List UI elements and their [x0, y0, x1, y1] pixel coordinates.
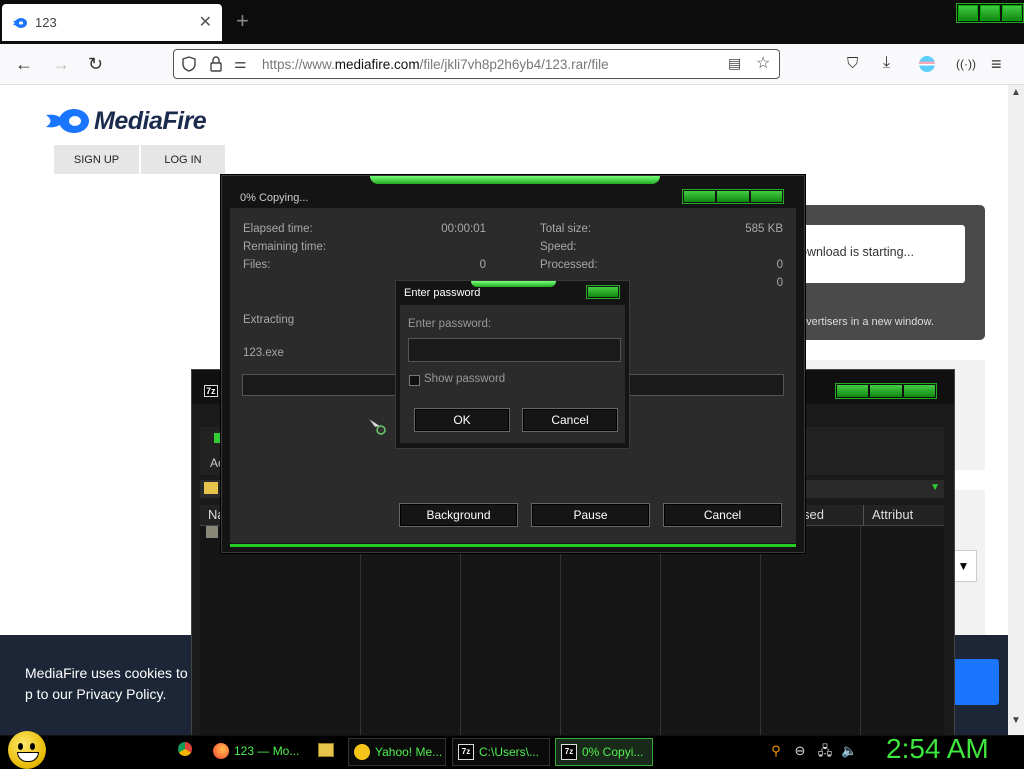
file-list[interactable] — [200, 526, 944, 736]
download-panel: ownload is starting... dvertisers in a n… — [800, 205, 985, 340]
total-size-label: Total size: — [540, 223, 592, 235]
7zip-icon: 7z — [561, 744, 577, 760]
packed-value: 0 — [776, 277, 783, 289]
cookie-accept-button[interactable] — [953, 659, 999, 705]
new-tab-plus-icon[interactable]: + — [236, 8, 249, 34]
taskbar-item-yahoo-messenger[interactable]: Yahoo! Me... — [348, 738, 446, 766]
forward-arrow-icon[interactable]: → — [52, 54, 70, 75]
mediafire-favicon-icon — [13, 18, 27, 28]
folder-icon — [204, 482, 218, 494]
dialog-glow — [471, 281, 556, 287]
tab-close-icon[interactable]: ✕ — [199, 12, 212, 32]
tray-status-icon[interactable]: ⊖ — [792, 743, 808, 759]
download-status-box: ownload is starting... — [800, 225, 965, 283]
background-button[interactable]: Background — [399, 503, 518, 527]
password-dialog-title: Enter password — [404, 287, 481, 299]
reader-view-icon[interactable]: ▤ — [728, 55, 741, 72]
password-dialog-close-control[interactable] — [586, 285, 620, 299]
files-value: 0 — [479, 259, 486, 271]
busy-cursor-icon — [368, 418, 386, 435]
shield-icon[interactable] — [181, 56, 197, 72]
file-explorer-icon[interactable] — [318, 743, 334, 759]
permissions-icon[interactable]: ⚌ — [234, 55, 247, 72]
archive-file-icon — [206, 526, 218, 538]
mediafire-flame-icon — [46, 109, 89, 133]
url-text[interactable]: https://www.mediafire.com/file/jkli7vh8p… — [262, 57, 609, 72]
elapsed-time-label: Elapsed time: — [243, 223, 313, 235]
show-password-checkbox[interactable] — [409, 375, 420, 386]
scroll-up-icon[interactable]: ▲ — [1011, 87, 1021, 98]
remaining-time-label: Remaining time: — [243, 241, 327, 253]
show-password-label[interactable]: Show password — [424, 373, 505, 385]
volume-icon[interactable]: 🔈 — [841, 743, 857, 759]
password-cancel-button[interactable]: Cancel — [522, 408, 618, 432]
taskbar: 123 — Mo... Yahoo! Me... 7z C:\Users\...… — [0, 731, 1024, 769]
taskbar-item-copy-progress[interactable]: 7z 0% Copyi... — [555, 738, 653, 766]
copy-dialog-window-controls[interactable] — [682, 189, 784, 204]
account-avatar-icon[interactable] — [919, 56, 935, 77]
pause-button[interactable]: Pause — [531, 503, 650, 527]
address-bar[interactable]: ⚌ https://www.mediafire.com/file/jkli7vh… — [173, 49, 780, 79]
column-attributes[interactable]: Attribut — [863, 505, 944, 525]
start-smiley-icon[interactable] — [8, 731, 46, 769]
copy-dialog-title: 0% Copying... — [240, 192, 309, 204]
password-input[interactable] — [408, 338, 621, 362]
scroll-down-icon[interactable]: ▼ — [1011, 715, 1021, 726]
network-icon[interactable]: 🖧 — [817, 743, 833, 759]
processed-label: Processed: — [540, 259, 598, 271]
tab-title: 123 — [35, 15, 57, 30]
taskbar-item-firefox[interactable]: 123 — Mo... — [208, 738, 306, 764]
downloads-icon[interactable]: ⤓ — [883, 54, 890, 72]
enter-password-dialog[interactable]: Enter password Enter password: Show pass… — [395, 280, 630, 449]
current-file-name: 123.exe — [243, 347, 284, 359]
total-size-value: 585 KB — [745, 223, 783, 235]
7zip-icon: 7z — [204, 385, 218, 397]
taskbar-clock[interactable]: 2:54 AM — [886, 733, 989, 765]
copy-cancel-button[interactable]: Cancel — [663, 503, 782, 527]
processed-value: 0 — [776, 259, 783, 271]
firefox-icon — [213, 743, 229, 759]
log-in-button[interactable]: LOG IN — [141, 145, 225, 174]
back-arrow-icon[interactable]: ← — [15, 54, 33, 75]
page-scrollbar[interactable]: ▲ ▼ — [1008, 85, 1024, 735]
reload-icon[interactable]: ↻ — [88, 54, 103, 75]
dialog-glow — [370, 176, 660, 184]
taskbar-item-7zip-filemanager[interactable]: 7z C:\Users\... — [452, 738, 550, 766]
browser-tab[interactable]: 123 ✕ — [2, 4, 222, 41]
advertisers-note: dvertisers in a new window. — [800, 316, 934, 328]
speed-label: Speed: — [540, 241, 577, 253]
chrome-icon[interactable] — [177, 742, 193, 758]
password-dialog-body: Enter password: Show password OK Cancel — [400, 305, 625, 443]
password-prompt-label: Enter password: — [408, 318, 492, 330]
files-label: Files: — [243, 259, 271, 271]
elapsed-time-value: 00:00:01 — [441, 223, 486, 235]
mediafire-logo[interactable]: MediaFire — [46, 105, 207, 137]
lock-icon[interactable] — [209, 56, 223, 72]
extension-icon[interactable]: ((·)) — [956, 57, 976, 71]
download-status-text: ownload is starting... — [800, 245, 914, 259]
menu-hamburger-icon[interactable]: ≡ — [991, 54, 1002, 75]
ok-button[interactable]: OK — [414, 408, 510, 432]
file-manager-window-controls[interactable] — [835, 383, 937, 399]
sign-up-button[interactable]: SIGN UP — [54, 145, 139, 174]
extracting-label: Extracting — [243, 314, 295, 326]
7zip-icon: 7z — [458, 744, 474, 760]
bookmark-star-icon[interactable]: ☆ — [756, 53, 770, 73]
browser-nav-bar: ← → ↻ ⚌ https://www.mediafire.com/file/j… — [0, 44, 1024, 85]
browser-window-controls[interactable] — [956, 3, 1024, 23]
search-icon[interactable]: ⚲ — [768, 743, 784, 759]
browser-tab-strip: 123 ✕ + — [0, 0, 1024, 44]
yahoo-messenger-icon — [354, 744, 370, 760]
pocket-icon[interactable]: ⛉ — [847, 55, 858, 72]
cookie-text: MediaFire uses cookies to p to our Priva… — [25, 665, 188, 702]
path-dropdown-icon[interactable]: ▼ — [930, 482, 940, 493]
